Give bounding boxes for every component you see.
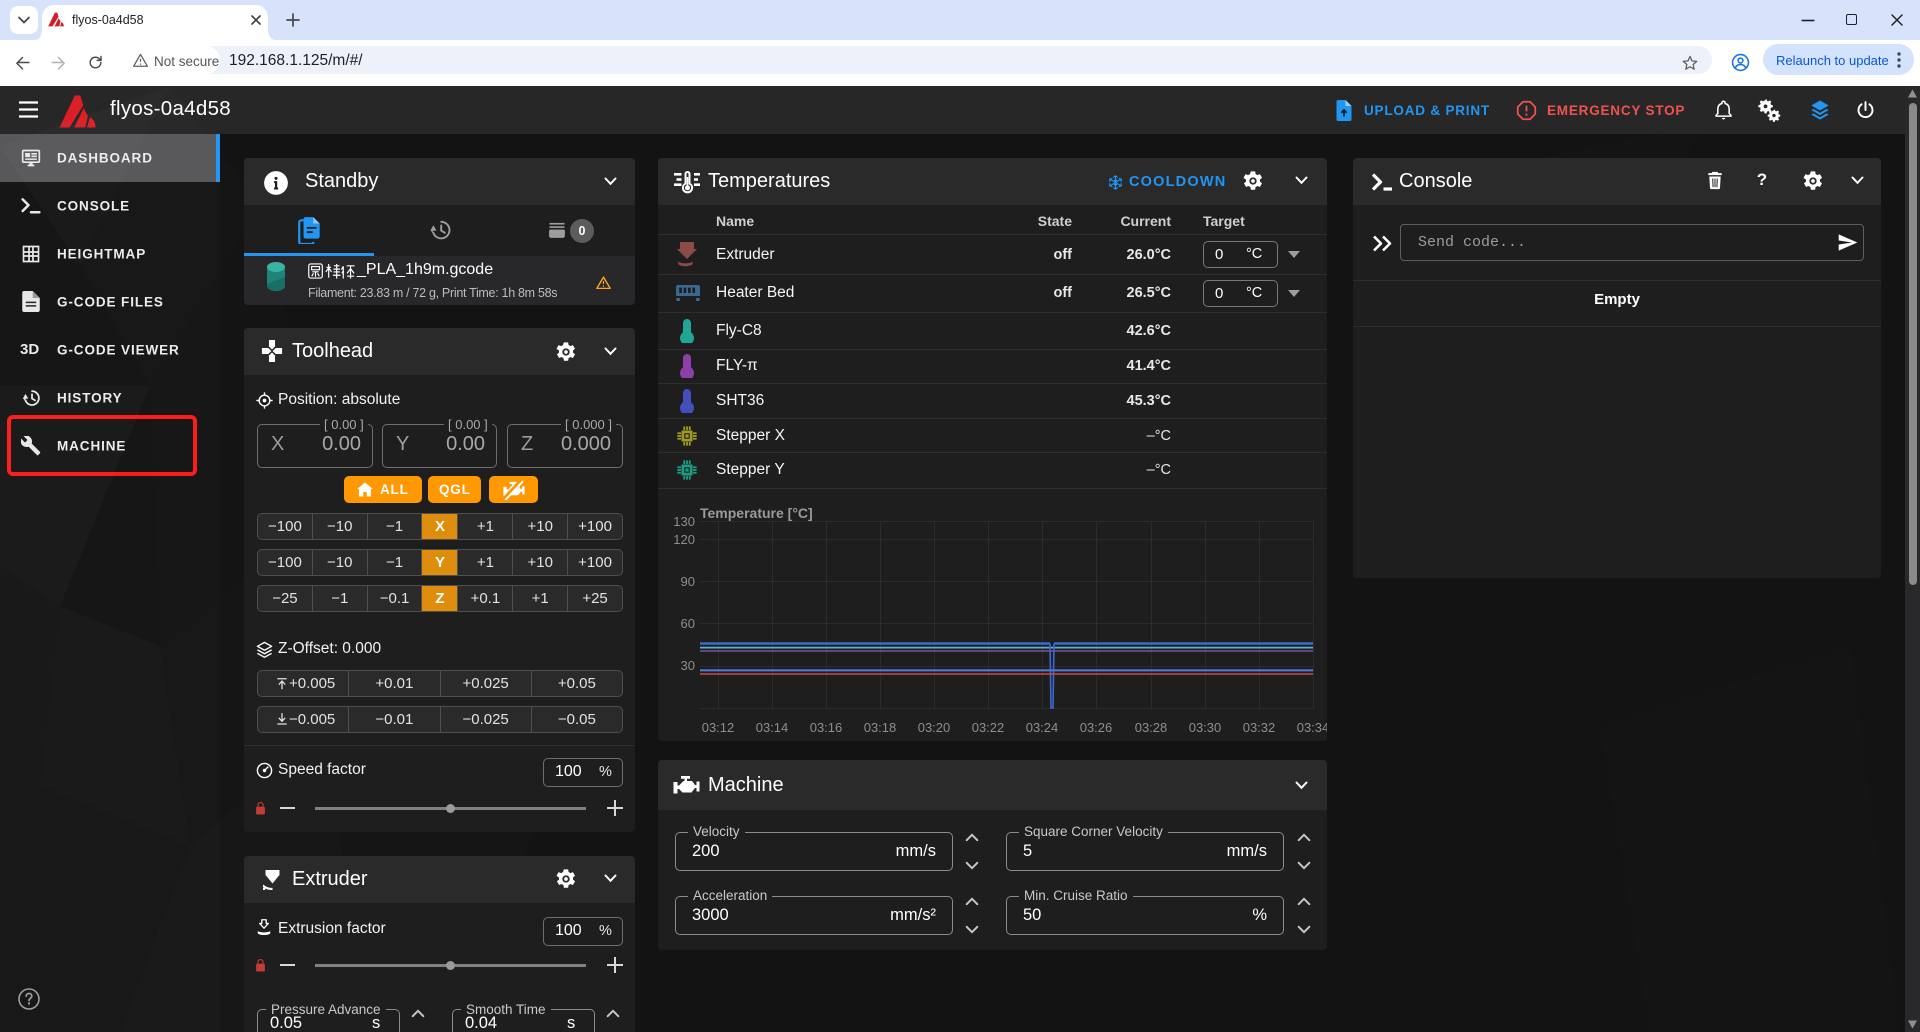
- svg-text:03:12: 03:12: [702, 720, 735, 735]
- svg-text:03:20: 03:20: [918, 720, 951, 735]
- svg-text:03:32: 03:32: [1243, 720, 1276, 735]
- svg-text:Temperature [°C]: Temperature [°C]: [700, 505, 813, 521]
- svg-text:120: 120: [673, 532, 695, 547]
- svg-text:03:30: 03:30: [1189, 720, 1222, 735]
- svg-text:03:22: 03:22: [972, 720, 1005, 735]
- svg-text:03:16: 03:16: [810, 720, 843, 735]
- svg-text:130: 130: [673, 514, 695, 529]
- svg-text:03:14: 03:14: [756, 720, 789, 735]
- svg-text:60: 60: [681, 616, 695, 631]
- svg-text:03:26: 03:26: [1080, 720, 1113, 735]
- svg-text:03:24: 03:24: [1026, 720, 1059, 735]
- svg-text:03:28: 03:28: [1135, 720, 1168, 735]
- svg-text:03:34: 03:34: [1297, 720, 1327, 735]
- svg-text:30: 30: [681, 658, 695, 673]
- svg-text:03:18: 03:18: [864, 720, 897, 735]
- svg-text:90: 90: [681, 574, 695, 589]
